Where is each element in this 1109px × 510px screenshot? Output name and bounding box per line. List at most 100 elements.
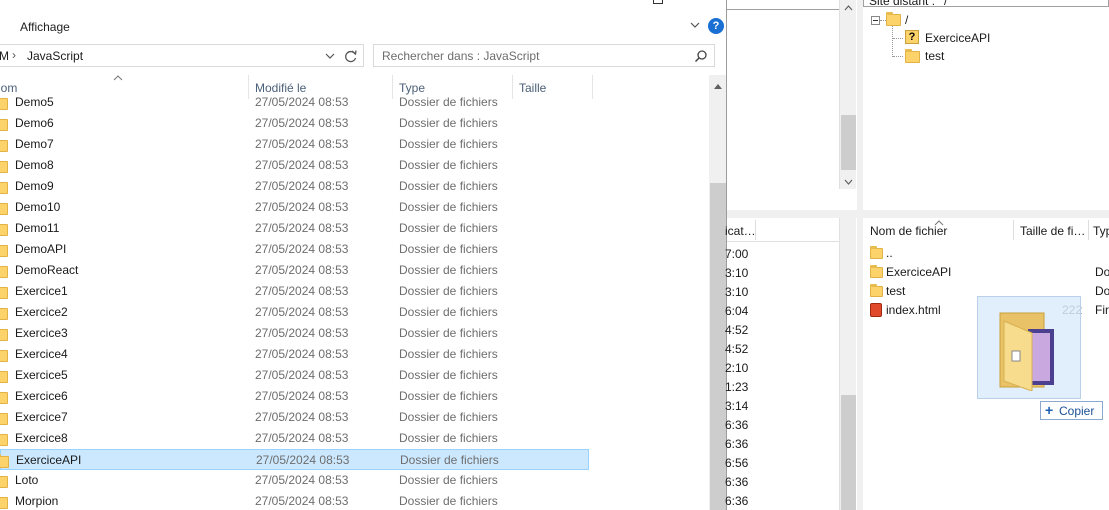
tree-item[interactable]: ExerciceAPI (925, 31, 990, 45)
ribbon-tab-view[interactable]: Affichage (20, 20, 70, 34)
file-modified: 27/05/2024 08:53 (255, 158, 349, 172)
file-modified: 27/05/2024 08:53 (255, 494, 349, 508)
remote-file-row[interactable]: ExerciceAPI Do (863, 263, 1109, 282)
folder-icon (0, 98, 8, 110)
file-type: Dossier de fichiers (400, 453, 499, 467)
remote-file-name: .. (886, 246, 893, 260)
table-row[interactable]: Exercice1 27/05/2024 08:53 Dossier de fich… (0, 281, 708, 302)
table-row[interactable]: ExerciceAPI 27/05/2024 08:53 Dossier de fi… (0, 449, 589, 470)
table-row[interactable]: Exercice5 27/05/2024 08:53 Dossier de fich… (0, 365, 708, 386)
breadcrumb-prefix[interactable]: M (0, 49, 9, 63)
drag-preview (977, 296, 1081, 399)
scrollbar-thumb[interactable] (710, 183, 726, 510)
address-bar[interactable]: M › JavaScript (0, 44, 364, 67)
file-name: Loto (15, 473, 39, 487)
local-time-cell: 6:36 (725, 437, 749, 451)
horizontal-splitter[interactable] (727, 210, 1109, 218)
scroll-up-icon[interactable] (844, 0, 853, 11)
column-header-filetype-label: Typ (1093, 224, 1109, 238)
file-type: Dossier de fichiers (399, 494, 498, 508)
column-header-modified-label: Modifié le (255, 81, 307, 95)
scroll-down-icon[interactable] (844, 175, 853, 185)
chevron-down-icon[interactable] (324, 50, 336, 62)
table-row[interactable]: Demo8 27/05/2024 08:53 Dossier de fichiers (0, 155, 708, 176)
file-modified: 27/05/2024 08:53 (255, 305, 349, 319)
remote-file-type: Do (1095, 265, 1109, 279)
remote-path-input[interactable]: / (944, 0, 947, 8)
file-modified: 27/05/2024 08:53 (255, 431, 349, 445)
local-time-cell: 4:52 (725, 323, 749, 337)
folder-icon (0, 476, 8, 488)
file-name: DemoAPI (15, 242, 67, 256)
maximize-icon[interactable] (653, 0, 663, 4)
folder-icon (0, 266, 8, 278)
column-header-filesize-label: Taille de fi… (1020, 224, 1086, 238)
tree-root-label[interactable]: / (905, 13, 908, 27)
table-row[interactable]: Demo6 27/05/2024 08:53 Dossier de fichiers (0, 113, 708, 134)
remote-site-label: Site distant : (869, 0, 936, 8)
column-header-filetype[interactable]: Typ (1089, 218, 1109, 242)
file-name: Exercice6 (15, 389, 68, 403)
remote-site-bar: Site distant : / (863, 0, 1109, 8)
file-type: Dossier de fichiers (399, 473, 498, 487)
table-row[interactable]: Morpion 27/05/2024 08:53 Dossier de fichie… (0, 491, 708, 510)
tree-item[interactable]: test (925, 49, 944, 63)
collapse-icon[interactable] (871, 16, 880, 25)
table-row[interactable]: Exercice6 27/05/2024 08:53 Dossier de fich… (0, 386, 708, 407)
file-type: Dossier de fichiers (399, 326, 498, 340)
scroll-up-icon[interactable] (713, 79, 723, 89)
table-row[interactable]: Exercice3 27/05/2024 08:53 Dossier de fich… (0, 323, 708, 344)
column-header-filesize[interactable]: Taille de fi… (1014, 218, 1088, 242)
html-file-icon (870, 303, 882, 317)
file-name: Exercice4 (15, 347, 68, 361)
file-modified: 27/05/2024 08:53 (255, 263, 349, 277)
folder-icon (0, 329, 8, 341)
column-header-filename[interactable]: Nom de fichier (863, 218, 1013, 242)
file-type: Dossier de fichiers (399, 347, 498, 361)
search-input[interactable]: Rechercher dans : JavaScript (382, 49, 539, 63)
table-row[interactable]: DemoReact 27/05/2024 08:53 Dossier de fich… (0, 260, 708, 281)
file-name: Demo11 (15, 221, 60, 235)
file-name: Demo7 (15, 137, 54, 151)
column-header[interactable]: icat… (725, 218, 839, 242)
refresh-icon[interactable] (344, 49, 358, 63)
vertical-scrollbar[interactable] (839, 218, 856, 510)
table-row[interactable]: Demo9 27/05/2024 08:53 Dossier de fichiers (0, 176, 708, 197)
close-icon[interactable] (696, 0, 712, 6)
vertical-scrollbar[interactable] (839, 0, 856, 189)
table-row[interactable]: Demo7 27/05/2024 08:53 Dossier de fichiers (0, 134, 708, 155)
breadcrumb-folder[interactable]: JavaScript (27, 49, 83, 63)
file-modified: 27/05/2024 08:53 (255, 242, 349, 256)
folder-icon (870, 284, 883, 297)
table-row[interactable]: DemoAPI 27/05/2024 08:53 Dossier de fichie… (0, 239, 708, 260)
file-type: Dossier de fichiers (399, 116, 498, 130)
folder-icon (0, 245, 8, 257)
file-type: Dossier de fichiers (399, 242, 498, 256)
folder-icon (0, 392, 8, 404)
search-icon[interactable] (694, 49, 708, 63)
remote-file-type: Do (1095, 284, 1109, 298)
file-modified: 27/05/2024 08:53 (255, 347, 349, 361)
table-row[interactable]: Exercice8 27/05/2024 08:53 Dossier de fich… (0, 428, 708, 449)
table-row[interactable]: Exercice4 27/05/2024 08:53 Dossier de fich… (0, 344, 708, 365)
file-type: Dossier de fichiers (399, 200, 498, 214)
local-time-cell: 3:14 (725, 399, 749, 413)
chevron-down-icon[interactable] (689, 19, 701, 31)
table-row[interactable]: Exercice2 27/05/2024 08:53 Dossier de fich… (0, 302, 708, 323)
folder-icon (0, 350, 8, 362)
scrollbar-thumb[interactable] (841, 395, 856, 510)
table-row[interactable]: Loto 27/05/2024 08:53 Dossier de fichiers (0, 470, 708, 491)
folder-icon (0, 371, 8, 383)
column-header-name-label: Nom (0, 81, 18, 95)
file-modified: 27/05/2024 08:53 (255, 389, 349, 403)
table-row[interactable]: Exercice7 27/05/2024 08:53 Dossier de fich… (0, 407, 708, 428)
search-box[interactable]: Rechercher dans : JavaScript (373, 44, 715, 67)
table-row[interactable]: Demo10 27/05/2024 08:53 Dossier de fichier… (0, 197, 708, 218)
local-file-list: icat… 7:00 3:10 3:10 6:04 4:52 4:52 2:10 1:23 3:… (725, 218, 857, 510)
table-row[interactable]: Demo11 27/05/2024 08:53 Dossier de fichier… (0, 218, 708, 239)
remote-file-row[interactable]: .. (863, 244, 1109, 263)
local-time-cell: 6:04 (725, 304, 749, 318)
help-icon[interactable]: ? (708, 18, 724, 34)
scrollbar-thumb[interactable] (841, 115, 856, 170)
table-row[interactable]: Demo5 27/05/2024 08:53 Dossier de fichiers (0, 94, 708, 113)
